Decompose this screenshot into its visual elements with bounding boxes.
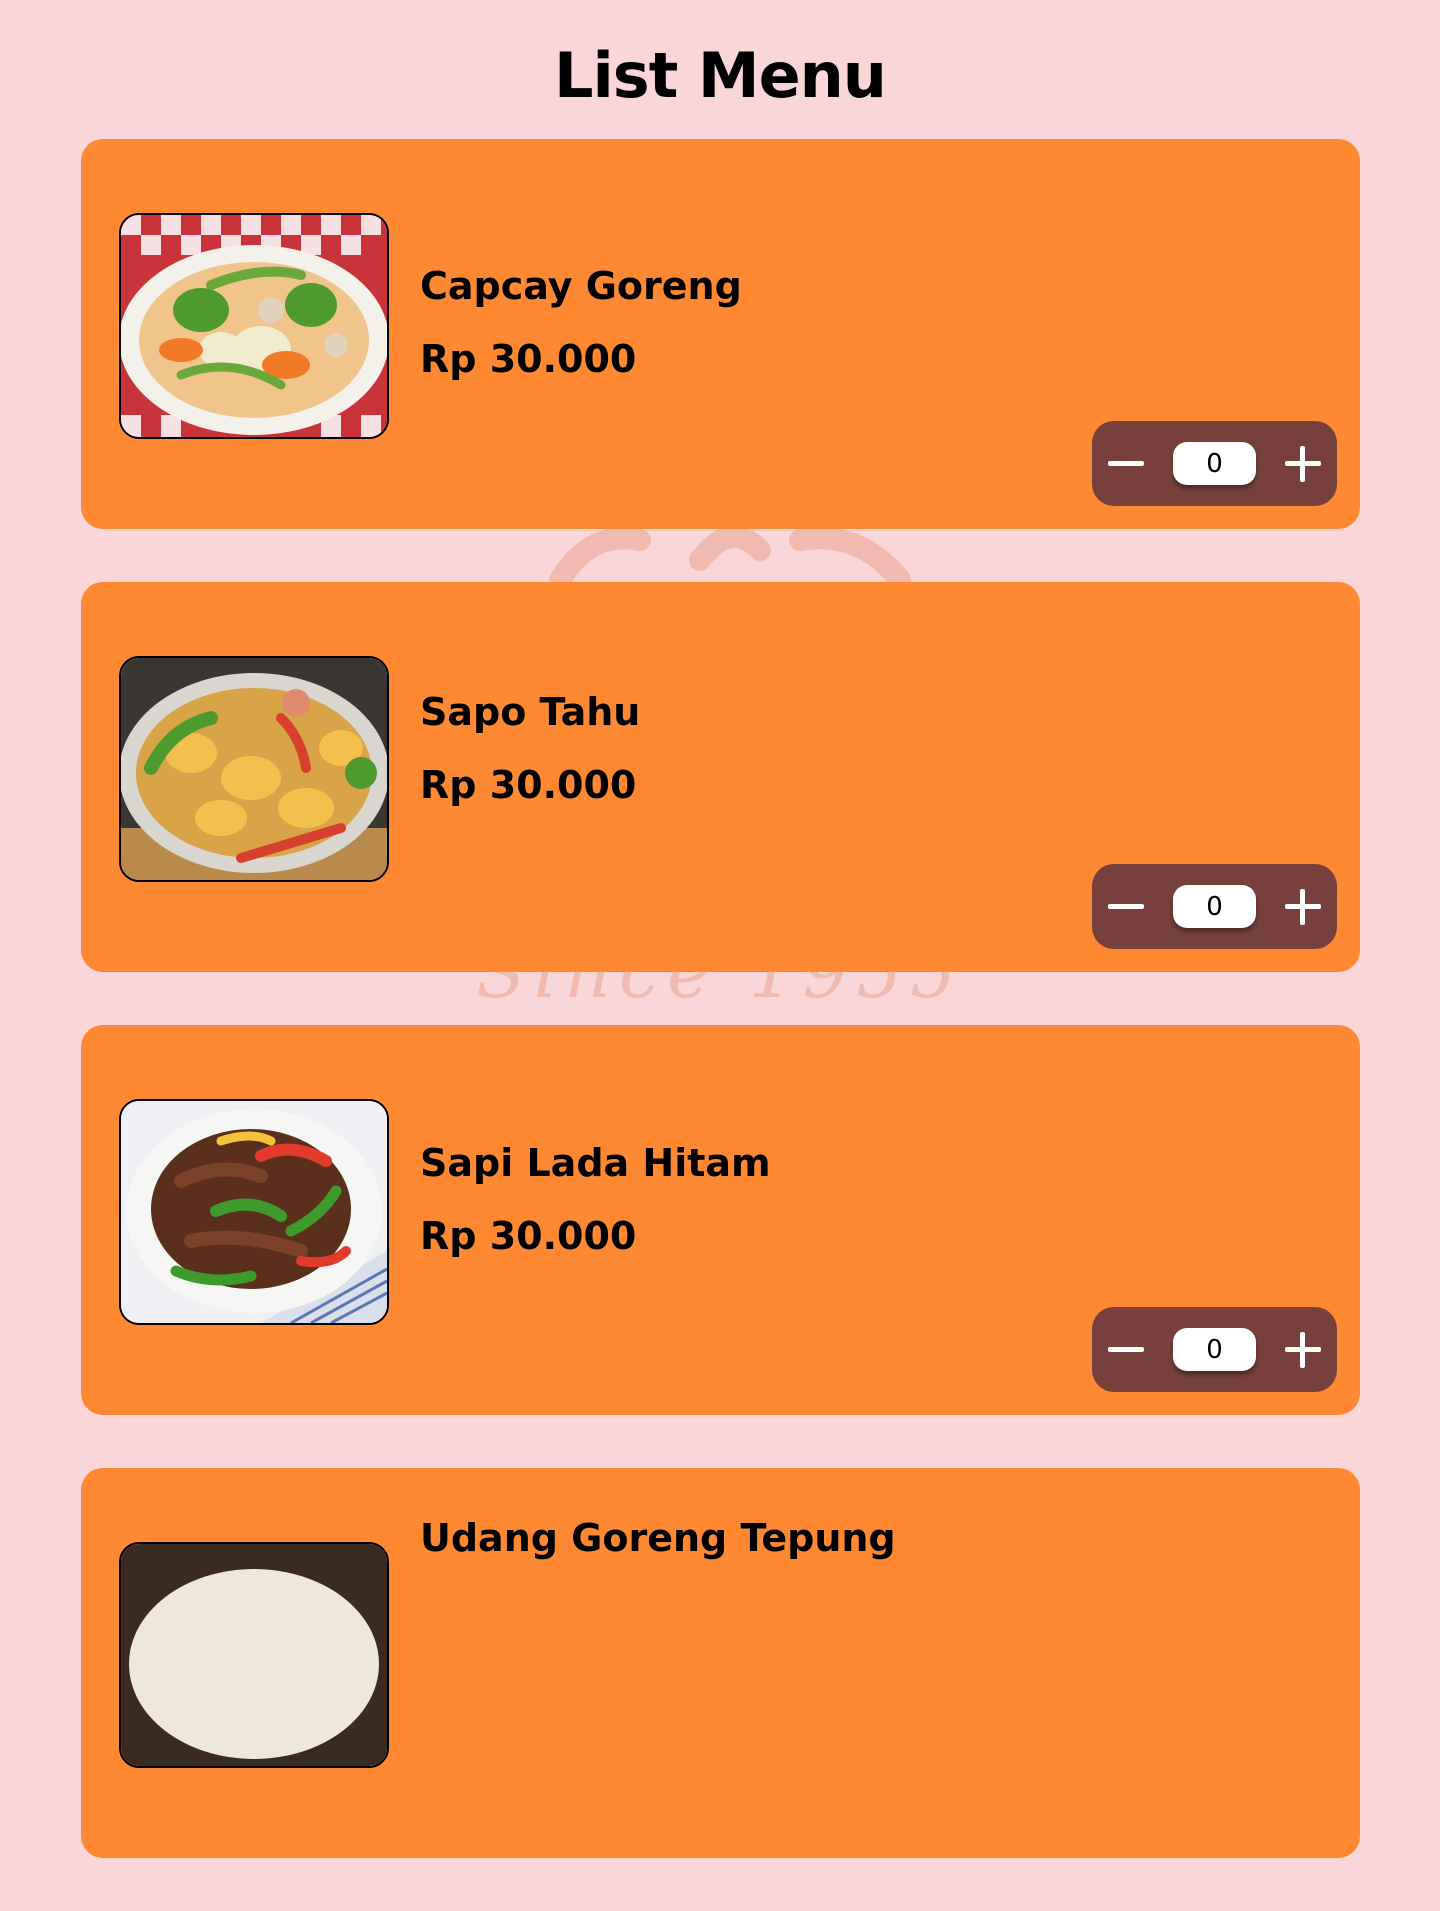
food-price: Rp 30.000 [420, 763, 637, 807]
quantity-input[interactable] [1173, 1328, 1256, 1371]
food-price: Rp 30.000 [420, 1214, 637, 1258]
quantity-stepper [1092, 864, 1337, 949]
increment-button[interactable] [1269, 421, 1337, 506]
quantity-stepper [1092, 421, 1337, 506]
quantity-input[interactable] [1173, 885, 1256, 928]
udang-goreng-tepung-dish-photo-icon [121, 1544, 387, 1766]
page-title: List Menu [554, 39, 887, 112]
minus-icon [1108, 461, 1144, 466]
udang-goreng-tepung-image [119, 1542, 389, 1768]
capcay-goreng-dish-photo-icon [121, 215, 387, 437]
minus-icon [1108, 1347, 1144, 1352]
food-price: Rp 30.000 [420, 337, 637, 381]
sapo-tahu-dish-photo-icon [121, 658, 387, 880]
menu-list: Capcay Goreng Rp 30.000 0 Sapo Tahu Rp 3… [81, 139, 1360, 1911]
sapi-lada-hitam-image [119, 1099, 389, 1325]
menu-card: Udang Goreng Tepung [81, 1468, 1360, 1858]
increment-button[interactable] [1269, 864, 1337, 949]
food-name: Sapi Lada Hitam [420, 1141, 771, 1185]
menu-card: Sapi Lada Hitam Rp 30.000 [81, 1025, 1360, 1415]
quantity-input[interactable] [1173, 442, 1256, 485]
increment-button[interactable] [1269, 1307, 1337, 1392]
food-name: Sapo Tahu [420, 690, 641, 734]
sapo-tahu-image [119, 656, 389, 882]
capcay-goreng-image [119, 213, 389, 439]
decrement-button[interactable] [1092, 1307, 1160, 1392]
quantity-stepper [1092, 1307, 1337, 1392]
food-name: Udang Goreng Tepung [420, 1516, 896, 1560]
decrement-button[interactable] [1092, 864, 1160, 949]
menu-card: Sapo Tahu Rp 30.000 [81, 582, 1360, 972]
minus-icon [1108, 904, 1144, 909]
sapi-lada-hitam-dish-photo-icon [121, 1101, 387, 1323]
food-name: Capcay Goreng [420, 264, 742, 308]
menu-card: Capcay Goreng Rp 30.000 [81, 139, 1360, 529]
decrement-button[interactable] [1092, 421, 1160, 506]
